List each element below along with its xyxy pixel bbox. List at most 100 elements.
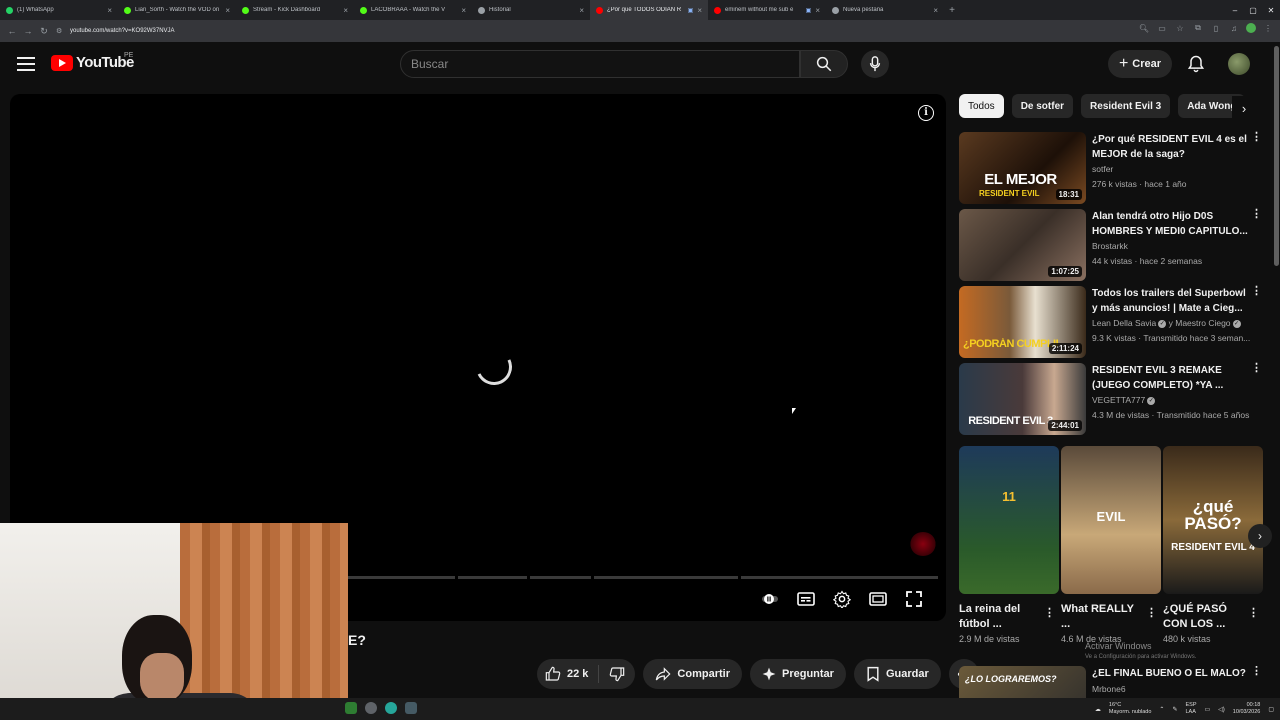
progress-bar[interactable] — [348, 576, 938, 579]
chrome-icon[interactable] — [365, 702, 377, 714]
media-icon[interactable]: ♫ — [1228, 24, 1240, 33]
channel-name[interactable]: VEGETTA777 — [1092, 395, 1145, 405]
page-scrollbar[interactable] — [1274, 46, 1279, 266]
clock[interactable]: 00:18 10/03/2026 — [1233, 702, 1261, 716]
recommendation-item[interactable]: EL MEJOR RESIDENT EVIL 18:31 ¿Por qué RESID… — [959, 132, 1262, 204]
app-icon[interactable] — [345, 702, 357, 714]
close-tab-icon[interactable]: × — [933, 6, 938, 15]
short-item[interactable]: EVIL What REALLY ... 4.6 M de vistas ⋮ — [1061, 446, 1161, 644]
video-thumbnail[interactable]: RESIDENT EVIL 3 2:44:01 — [959, 363, 1086, 435]
notifications-bell-icon[interactable] — [1186, 54, 1206, 74]
browser-tab[interactable]: ¿Por qué TODOS ODIAN R ▣ × — [590, 0, 708, 20]
short-title[interactable]: La reina del fútbol ... — [959, 602, 1039, 632]
close-tab-icon[interactable]: × — [461, 6, 466, 15]
ask-button[interactable]: Preguntar — [749, 659, 846, 689]
autoplay-toggle-icon[interactable] — [760, 589, 780, 609]
subtitles-icon[interactable] — [796, 589, 816, 609]
video-thumbnail[interactable]: ¿PODRÁN CUMPLIR?2:11:24 — [959, 286, 1086, 358]
recommendation-item[interactable]: ¿LO LOGRAREMOS? ¿EL FINAL BUENO O EL MAL… — [959, 666, 1259, 698]
zoom-icon[interactable]: 🔍︎ — [1138, 24, 1150, 33]
weather-widget[interactable]: 16°C Mayorm. nublado — [1109, 702, 1152, 716]
more-vertical-icon[interactable]: ⋮ — [1044, 606, 1055, 619]
video-title[interactable]: ¿EL FINAL BUENO O EL MALO? — [1092, 666, 1252, 681]
recommendation-item[interactable]: ¿PODRÁN CUMPLIR?2:11:24Todos los trailer… — [959, 286, 1262, 358]
browser-tab[interactable]: Nueva pestaña × — [826, 0, 944, 20]
browser-tab[interactable]: Lian_Sorth - Watch the VOD on × — [118, 0, 236, 20]
more-vertical-icon[interactable]: ⋮ — [1146, 606, 1157, 619]
filter-chip[interactable]: Resident Evil 3 — [1081, 94, 1171, 118]
more-vertical-icon[interactable]: ⋮ — [1251, 286, 1262, 297]
short-thumbnail[interactable]: 11 — [959, 446, 1059, 594]
new-tab-button[interactable]: + — [944, 5, 960, 16]
bookmark-star-icon[interactable]: ☆ — [1174, 24, 1186, 33]
reload-icon[interactable]: ↻ — [36, 26, 52, 37]
info-icon[interactable]: i — [918, 105, 934, 121]
recommendation-item[interactable]: RESIDENT EVIL 3 2:44:01 RESIDENT EVIL 3 RE… — [959, 363, 1262, 435]
language-indicator[interactable]: ESP LAA — [1185, 702, 1196, 716]
more-vertical-icon[interactable]: ⋮ — [1251, 209, 1262, 220]
browser-tab[interactable]: eminem without me sub e ▣ × — [708, 0, 826, 20]
voice-search-button[interactable] — [861, 50, 889, 78]
short-title[interactable]: What REALLY ... — [1061, 602, 1141, 632]
like-button[interactable]: 22 k — [537, 665, 600, 683]
chevron-right-icon[interactable]: › — [1232, 96, 1256, 120]
short-title[interactable]: ¿QUÉ PASÓ CON LOS ... — [1163, 602, 1243, 632]
close-tab-icon[interactable]: × — [815, 6, 820, 15]
close-tab-icon[interactable]: × — [225, 6, 230, 15]
browser-menu-icon[interactable]: ⋮ — [1262, 24, 1274, 33]
dislike-button[interactable] — [599, 666, 635, 682]
channel-name[interactable]: sotfer — [1092, 164, 1113, 174]
close-tab-icon[interactable]: × — [579, 6, 584, 15]
browser-tab[interactable]: LACOBRAAA - Watch the V × — [354, 0, 472, 20]
search-input[interactable]: Buscar — [400, 50, 800, 78]
chevron-up-icon[interactable]: ⌃ — [1159, 706, 1164, 713]
close-tab-icon[interactable]: × — [343, 6, 348, 15]
channel-name[interactable]: Mrbone6 — [1092, 684, 1126, 694]
channel-name[interactable]: Lean Della Savia — [1092, 318, 1156, 328]
back-icon[interactable]: ← — [4, 26, 20, 36]
extensions-icon[interactable]: ⧉ — [1192, 23, 1204, 33]
account-avatar[interactable] — [1228, 53, 1250, 75]
channel-name[interactable]: y Maestro Ciego — [1169, 318, 1231, 328]
video-title[interactable]: RESIDENT EVIL 3 REMAKE (JUEGO COMPLETO) … — [1092, 363, 1252, 393]
pen-icon[interactable]: ✎ — [1172, 706, 1177, 713]
short-item[interactable]: 11 La reina del fútbol ... 2.9 M de vistas… — [959, 446, 1059, 644]
forward-icon[interactable]: → — [20, 26, 36, 36]
app-icon[interactable] — [385, 702, 397, 714]
shorts-next-icon[interactable]: › — [1248, 524, 1272, 548]
filter-chip[interactable]: Todos — [959, 94, 1004, 118]
settings-gear-icon[interactable] — [832, 589, 852, 609]
video-title[interactable]: ¿Por qué RESIDENT EVIL 4 es el MEJOR de … — [1092, 132, 1252, 162]
recommendation-item[interactable]: 1:07:25 Alan tendrá otro Hijo D0S HOMBRES… — [959, 209, 1262, 281]
filter-chip[interactable]: De sotfer — [1011, 94, 1074, 118]
browser-tab[interactable]: Historial × — [472, 0, 590, 20]
video-thumbnail[interactable]: ¿LO LOGRAREMOS? — [959, 666, 1086, 698]
save-button[interactable]: Guardar — [853, 659, 941, 689]
fullscreen-icon[interactable] — [904, 589, 924, 609]
more-vertical-icon[interactable]: ⋮ — [1251, 363, 1262, 374]
channel-name[interactable]: Brostarkk — [1092, 241, 1128, 251]
search-button[interactable] — [800, 50, 848, 78]
minimize-icon[interactable]: – — [1226, 6, 1244, 15]
short-thumbnail[interactable]: EVIL — [1061, 446, 1161, 594]
sidebar-icon[interactable]: ▯ — [1210, 24, 1222, 33]
theater-mode-icon[interactable] — [868, 589, 888, 609]
profile-avatar[interactable] — [1246, 23, 1256, 33]
address-bar[interactable]: ⚙ youtube.com/watch?v=KO92W37NVJA — [56, 23, 1156, 39]
browser-tab[interactable]: Stream - Kick Dashboard × — [236, 0, 354, 20]
video-thumbnail[interactable]: 1:07:25 — [959, 209, 1086, 281]
site-info-icon[interactable]: ⚙ — [56, 27, 66, 35]
maximize-icon[interactable]: ▢ — [1244, 6, 1262, 15]
more-vertical-icon[interactable]: ⋮ — [1248, 606, 1259, 619]
video-title[interactable]: Alan tendrá otro Hijo D0S HOMBRES Y MEDI… — [1092, 209, 1252, 239]
short-item[interactable]: ¿qué PASÓ? RESIDENT EVIL 4 ¿QUÉ PASÓ CON L… — [1163, 446, 1263, 644]
notification-center-icon[interactable]: ▢ — [1268, 706, 1274, 713]
close-tab-icon[interactable]: × — [107, 6, 112, 15]
close-window-icon[interactable]: ✕ — [1262, 6, 1280, 15]
youtube-logo[interactable]: YouTube PE — [51, 52, 134, 71]
close-tab-icon[interactable]: × — [697, 6, 702, 15]
cast-icon[interactable]: ▭ — [1156, 24, 1168, 33]
short-thumbnail[interactable]: ¿qué PASÓ? RESIDENT EVIL 4 — [1163, 446, 1263, 594]
volume-icon[interactable]: ◁) — [1218, 706, 1225, 713]
browser-tab[interactable]: (1) WhatsApp × — [0, 0, 118, 20]
